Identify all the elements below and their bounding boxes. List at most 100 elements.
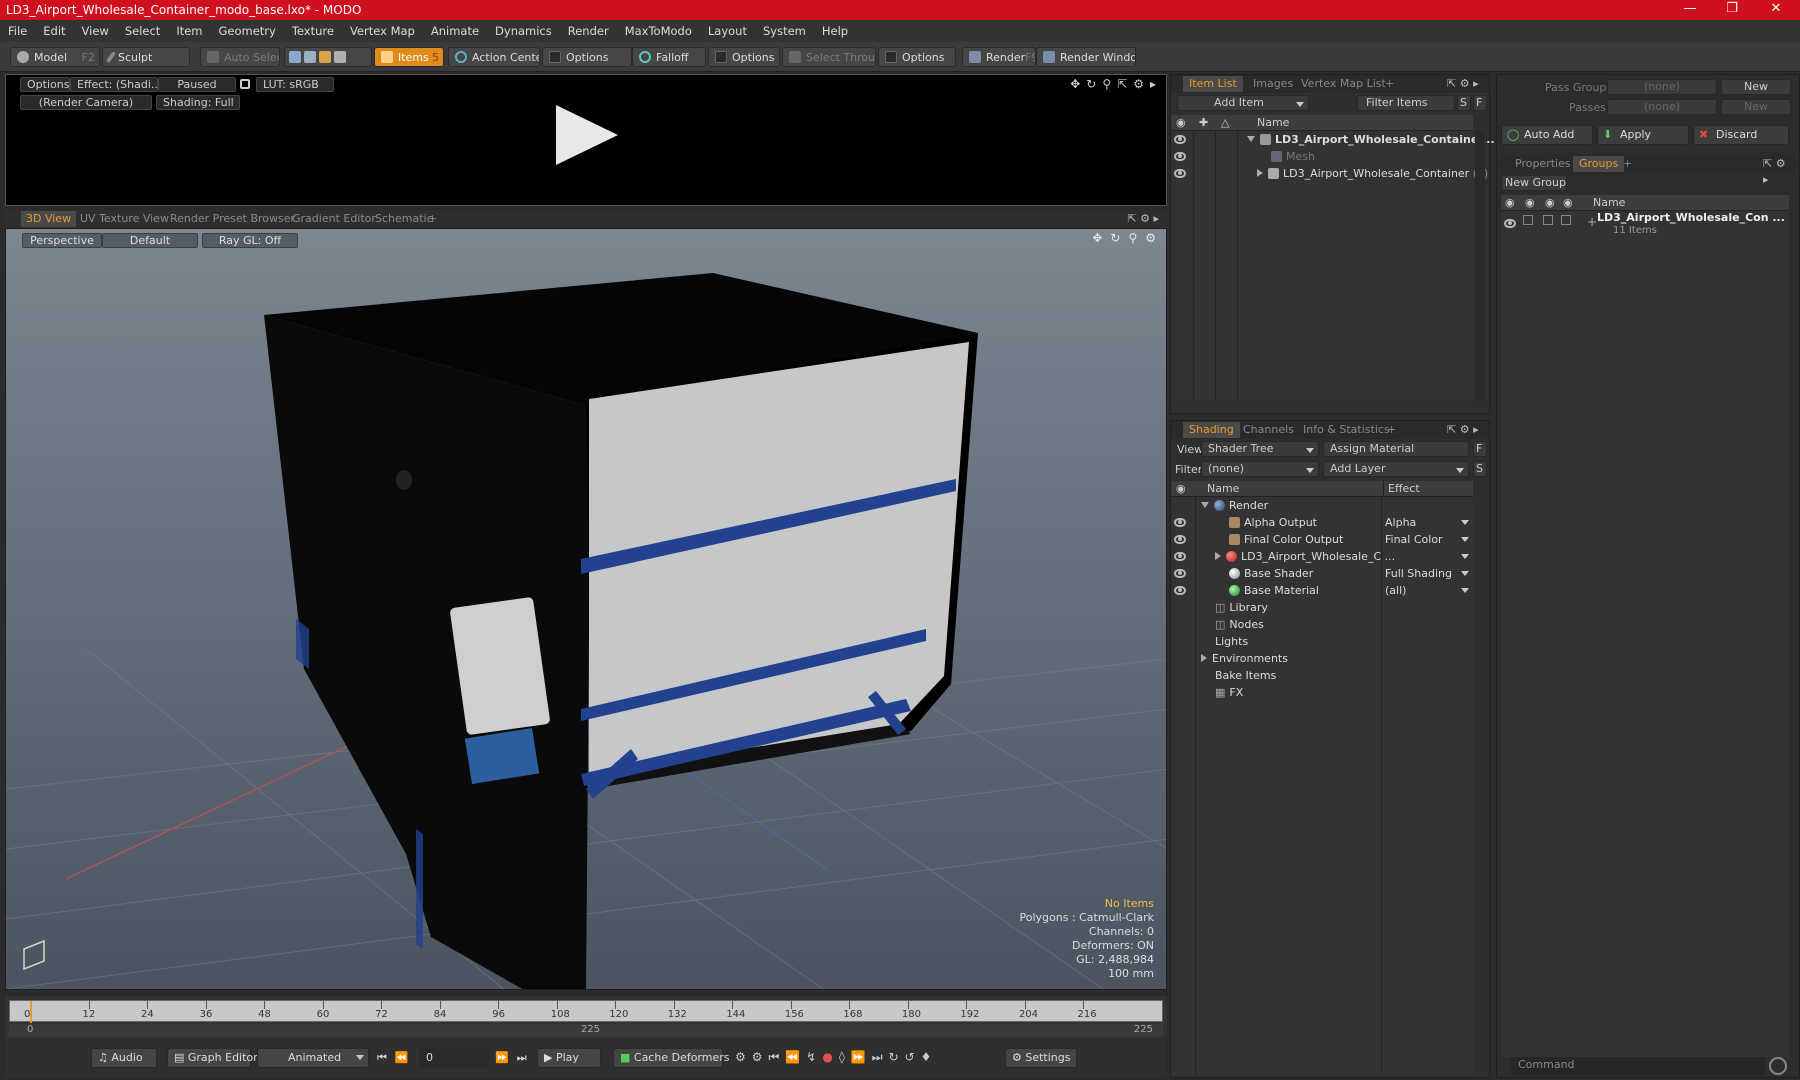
key-prev-icon[interactable]: ⏮ — [769, 1050, 780, 1065]
command-input[interactable]: Command — [1511, 1057, 1765, 1075]
shader-row-base-material[interactable]: Base Material (all) — [1171, 582, 1473, 599]
select-through-button[interactable]: Select Through — [782, 47, 876, 67]
cache-deformers-button[interactable]: ■ Cache Deformers — [613, 1048, 730, 1068]
tab-properties[interactable]: Properties — [1509, 156, 1577, 172]
add-layer-dropdown[interactable]: Add Layer — [1323, 461, 1469, 477]
apply-button[interactable]: ⬇ Apply — [1597, 125, 1689, 145]
key-curve-icon[interactable]: ↯ — [806, 1050, 816, 1065]
panel-controls-icon[interactable]: ⇱ ⚙ ▸ — [1441, 76, 1485, 92]
key-icon[interactable]: ⚙ — [752, 1050, 763, 1065]
shader-row-material-group[interactable]: LD3_Airport_Wholesale_C ... — [1171, 548, 1473, 565]
move-view-icon[interactable]: ✥ — [1070, 77, 1080, 91]
shader-row-lights[interactable]: Lights — [1171, 633, 1473, 650]
expand-icon[interactable]: + — [1587, 215, 1597, 229]
expand-icon[interactable] — [1215, 552, 1221, 560]
close-icon[interactable]: ✕ — [1756, 0, 1796, 20]
gear-icon[interactable]: ⚙ — [1133, 77, 1144, 91]
group-row[interactable]: + LD3_Airport_Wholesale_Con ... 11 Items — [1501, 211, 1789, 239]
shader-row-environments[interactable]: Environments — [1171, 650, 1473, 667]
menu-view[interactable]: View — [74, 24, 117, 38]
edges-mode-icon[interactable] — [304, 51, 316, 63]
key-set-icon[interactable]: ◊ — [839, 1050, 845, 1065]
shader-row-effect[interactable]: Final Color — [1385, 531, 1443, 548]
time-ruler[interactable]: 0 12 24 36 48 60 72 84 96 108 120 132 144 156 168 180 19… — [9, 1000, 1163, 1023]
polygons-mode-icon[interactable] — [319, 51, 331, 63]
play-button[interactable]: ▶ Play — [537, 1048, 601, 1068]
shader-row-fx[interactable]: ▦ FX — [1171, 684, 1473, 701]
shading-dropdown[interactable]: Shading: Full — [156, 95, 240, 110]
shader-row-nodes[interactable]: ◫ Nodes — [1171, 616, 1473, 633]
action-center-button[interactable]: Action Center — [448, 47, 540, 67]
lock-toggle[interactable] — [1543, 215, 1553, 225]
effect-dropdown[interactable]: Effect: (Shadi... — [70, 77, 158, 92]
frame-input[interactable]: 0 — [419, 1048, 489, 1068]
key-icon[interactable]: ⚙ — [735, 1050, 746, 1065]
chevron-right-icon[interactable]: ▸ — [1150, 77, 1156, 91]
filter-items-input[interactable]: Filter Items — [1357, 95, 1455, 111]
menu-item[interactable]: Item — [168, 24, 210, 38]
tab-shading[interactable]: Shading — [1183, 422, 1240, 438]
panel-controls-icon[interactable]: ⇱ ⚙ ▸ — [1441, 422, 1485, 438]
playhead[interactable] — [30, 1001, 32, 1023]
chevron-down-icon[interactable] — [1461, 554, 1469, 559]
menu-system[interactable]: System — [755, 24, 814, 38]
chevron-down-icon[interactable] — [1461, 537, 1469, 542]
shader-row-bake-items[interactable]: Bake Items — [1171, 667, 1473, 684]
eye-icon[interactable] — [1174, 586, 1186, 595]
prev-key-icon[interactable]: ⏪ — [395, 1051, 409, 1065]
eye-icon[interactable] — [1174, 152, 1186, 161]
menu-render[interactable]: Render — [560, 24, 617, 38]
render-button[interactable]: RenderF9 — [962, 47, 1036, 67]
shader-row-alpha-output[interactable]: Alpha Output Alpha — [1171, 514, 1473, 531]
last-frame-icon[interactable]: ⏭ — [517, 1051, 527, 1065]
panel-controls-icon[interactable]: ⇱ ⚙ ▸ — [1757, 156, 1799, 186]
key-back-icon[interactable]: ⏪ — [785, 1050, 800, 1065]
render-toggle[interactable] — [1523, 215, 1533, 225]
eye-icon[interactable] — [1174, 518, 1186, 527]
tab-gradient-editor[interactable]: Gradient Editor — [287, 211, 381, 227]
tab-channels[interactable]: Channels — [1237, 422, 1300, 438]
chevron-down-icon[interactable] — [1461, 588, 1469, 593]
tab-item-list[interactable]: Item List — [1183, 76, 1243, 92]
graph-editor-button[interactable]: ▤ Graph Editor — [167, 1048, 258, 1068]
menu-help[interactable]: Help — [814, 24, 856, 38]
model-mode-button[interactable]: Model F2 — [10, 47, 100, 67]
eye-icon[interactable] — [1504, 219, 1516, 228]
first-frame-icon[interactable]: ⏮ — [377, 1051, 387, 1065]
eye-icon[interactable] — [1174, 569, 1186, 578]
key-link-icon[interactable]: ↺ — [905, 1050, 915, 1065]
maximize-view-icon[interactable]: ⇱ — [1117, 77, 1127, 91]
menu-maxtomodo[interactable]: MaxToModo — [617, 24, 700, 38]
discard-button[interactable]: ✖ Discard — [1693, 125, 1789, 145]
play-icon[interactable] — [556, 105, 618, 165]
eye-icon[interactable] — [1174, 135, 1186, 144]
menu-layout[interactable]: Layout — [700, 24, 755, 38]
next-key-icon[interactable]: ⏩ — [495, 1051, 509, 1065]
menu-vertex-map[interactable]: Vertex Map — [342, 24, 423, 38]
expand-icon[interactable] — [1247, 136, 1255, 142]
auto-select-button[interactable]: Auto Select — [200, 47, 280, 67]
falloff-options-button[interactable]: Options — [708, 47, 780, 67]
key-forward-icon[interactable]: ⏩ — [851, 1050, 866, 1065]
shader-row-library[interactable]: ◫ Library — [1171, 599, 1473, 616]
key-extra-icon[interactable]: ♦ — [921, 1050, 932, 1065]
expand-icon[interactable] — [1201, 654, 1207, 662]
render-camera-dropdown[interactable]: (Render Camera) — [20, 95, 152, 110]
tree-item-scene[interactable]: LD3_Airport_Wholesale_Container... — [1171, 131, 1495, 148]
add-tab-icon[interactable]: + — [1379, 76, 1400, 92]
menu-animate[interactable]: Animate — [423, 24, 487, 38]
menu-geometry[interactable]: Geometry — [211, 24, 284, 38]
new-group-button[interactable]: New Group — [1501, 175, 1567, 191]
menu-texture[interactable]: Texture — [284, 24, 342, 38]
eye-icon[interactable] — [1174, 552, 1186, 561]
eye-icon[interactable] — [1174, 535, 1186, 544]
shader-row-effect[interactable]: (all) — [1385, 582, 1406, 599]
filter-mode-button[interactable]: F — [1473, 95, 1487, 111]
expand-icon[interactable] — [1257, 169, 1263, 177]
tab-vertex-map-list[interactable]: Vertex Map List — [1295, 76, 1392, 92]
falloff-button[interactable]: Falloff — [632, 47, 706, 67]
vertices-mode-icon[interactable] — [289, 51, 301, 63]
paused-button[interactable]: Paused — [158, 77, 236, 92]
assign-material-button[interactable]: Assign Material — [1323, 441, 1469, 457]
render-preview[interactable]: Options Effect: (Shadi... Paused LUT: sR… — [5, 74, 1167, 206]
